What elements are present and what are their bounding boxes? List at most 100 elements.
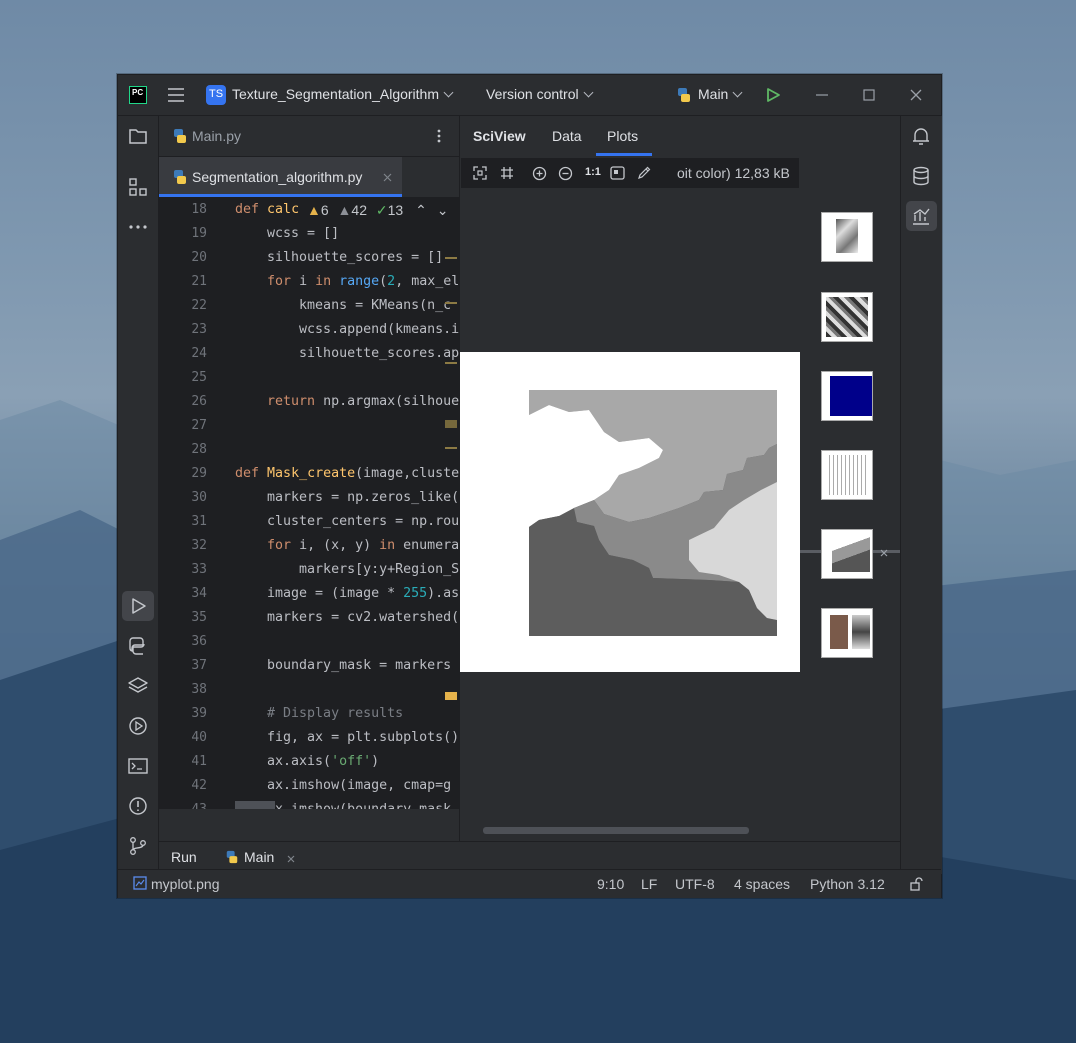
plot-canvas[interactable] [460,352,800,672]
sciview-chart-icon[interactable] [910,205,932,227]
prev-highlight-icon[interactable]: ⌃ [415,202,427,218]
scroll-mark [445,692,457,700]
close-icon[interactable] [909,88,923,102]
git-icon[interactable] [127,835,149,857]
tab-plots[interactable]: Plots [607,128,638,144]
database-icon[interactable] [910,165,932,187]
code-line: image = (image * 255).as [235,586,459,601]
python-console-icon[interactable] [127,635,149,657]
line-number: 39 [191,706,207,721]
actual-size-button[interactable]: 1:1 [585,166,601,178]
code-line: def Mask_create(image,cluste [235,466,459,481]
code-line: fig, ax = plt.subplots() [235,730,459,745]
ide-window: PC TS Texture_Segmentation_Algorithm Ver… [117,74,942,898]
close-thumbnail-icon[interactable] [880,549,888,557]
thumbnail-graphic [836,219,858,253]
line-number: 23 [191,322,207,337]
sciview-panel: SciView Data Plots 1:1 oit color) 12,83 … [459,116,901,874]
scroll-mark [445,420,457,428]
close-run-tab-icon[interactable] [287,855,295,863]
code-line: ax.imshow(image, cmap=g [235,778,452,793]
line-number: 24 [191,346,207,361]
tab-label: Segmentation_algorithm.py [192,169,363,185]
run-play-icon[interactable] [765,87,781,103]
thumbnail-graphic [832,536,870,572]
left-tool-strip [118,116,159,874]
version-control-menu[interactable]: Version control [486,86,594,102]
image-info: oit color) 12,83 kB [677,165,790,181]
bottom-tool-window-bar: Run Main [159,841,900,870]
code-editor[interactable]: 18 def calc 19 wcss = [] 20 silhouette_scor… [159,197,459,809]
thumbnail-graphic [830,615,848,649]
close-tab-icon[interactable] [383,173,392,182]
project-folder-icon[interactable] [127,125,149,147]
line-number: 31 [191,514,207,529]
zoom-in-icon[interactable] [532,166,547,181]
editor-tab-row-1: Main.py [159,116,459,157]
run-tab-main[interactable]: Main [244,849,274,865]
notifications-bell-icon[interactable] [910,125,932,147]
zoom-out-icon[interactable] [558,166,573,181]
python-file-icon [174,129,186,143]
thumbnail-5[interactable] [821,529,873,579]
status-file-name[interactable]: myplot.png [151,876,219,892]
code-line: kmeans = KMeans(n_c [235,298,452,313]
title-bar: PC TS Texture_Segmentation_Algorithm Ver… [118,75,941,116]
tab-sciview[interactable]: SciView [473,128,526,144]
inspection-widget[interactable]: ▲6 ▲42 ✓13 ⌃ ⌄ [307,202,449,220]
code-line: markers[y:y+Region_S [235,562,459,577]
editor-h-scroll-thumb[interactable] [235,801,275,809]
layers-icon[interactable] [127,675,149,697]
color-picker-icon[interactable] [637,166,651,180]
status-encoding[interactable]: UTF-8 [675,876,715,892]
line-number: 35 [191,610,207,625]
code-line: wcss = [] [235,226,340,241]
status-interpreter[interactable]: Python 3.12 [810,876,885,892]
more-options-icon[interactable] [434,128,444,144]
version-control-label: Version control [486,86,579,102]
grid-icon[interactable] [500,166,514,180]
run-tool-icon[interactable] [127,595,149,617]
python-icon [226,850,238,864]
app-logo[interactable]: PC [129,86,147,104]
project-badge[interactable]: TS [206,85,226,105]
thumbnail-1[interactable] [821,212,873,262]
line-number: 36 [191,634,207,649]
chevron-down-icon [583,87,594,98]
chevron-down-icon [732,87,743,98]
more-tools-icon[interactable] [127,216,149,238]
hamburger-menu-icon[interactable] [167,86,185,104]
minimize-icon[interactable] [815,88,829,102]
maximize-icon[interactable] [862,88,876,102]
run-configuration-selector[interactable]: Main [698,86,743,102]
code-line: markers = cv2.watershed( [235,610,459,625]
structure-icon[interactable] [127,176,149,198]
status-caret-position[interactable]: 9:10 [597,876,624,892]
tab-segmentation-active[interactable]: Segmentation_algorithm.py [159,157,402,197]
lock-icon[interactable] [909,877,923,891]
next-highlight-icon[interactable]: ⌄ [437,202,449,218]
background-toggle-icon[interactable] [610,166,625,180]
thumbnail-3[interactable] [821,371,873,421]
python-icon [678,88,690,102]
python-file-icon [174,170,186,184]
project-badge-text: TS [209,88,224,100]
project-selector[interactable]: Texture_Segmentation_Algorithm [232,86,454,102]
thumbnail-2[interactable] [821,292,873,342]
problems-icon[interactable] [127,795,149,817]
line-number: 21 [191,274,207,289]
code-line: # Display results [235,706,404,721]
code-line: ax.axis('off') [235,754,380,769]
thumbnail-4[interactable] [821,450,873,500]
terminal-icon[interactable] [127,755,149,777]
status-indent[interactable]: 4 spaces [734,876,790,892]
tab-data[interactable]: Data [552,128,582,144]
run-tool-title[interactable]: Run [171,849,197,865]
tab-main-py[interactable]: Main.py [192,128,241,144]
services-icon[interactable] [127,715,149,737]
fit-to-window-icon[interactable] [473,166,487,180]
status-line-separator[interactable]: LF [641,876,657,892]
plot-h-scroll-thumb[interactable] [483,827,749,834]
thumbnail-6[interactable] [821,608,873,658]
line-number: 38 [191,682,207,697]
